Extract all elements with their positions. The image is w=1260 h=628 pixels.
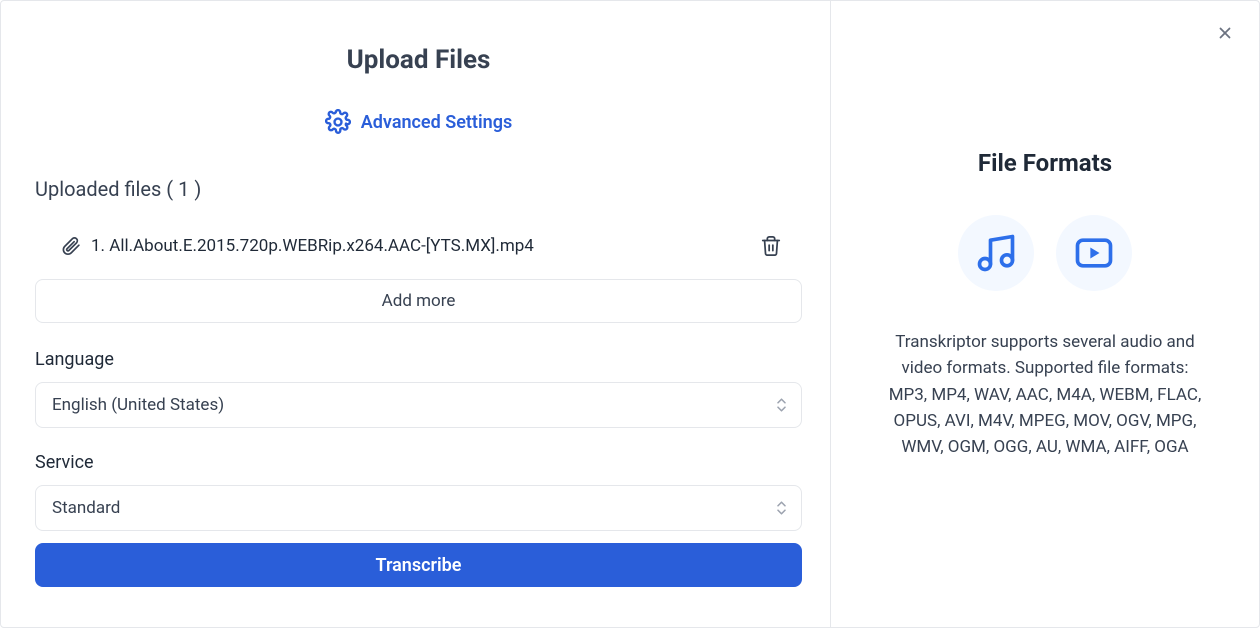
delete-file-button[interactable] bbox=[760, 235, 782, 257]
uploaded-file-row: 1. All.About.E.2015.720p.WEBRip.x264.AAC… bbox=[25, 229, 812, 263]
advanced-settings-button[interactable]: Advanced Settings bbox=[25, 109, 812, 135]
advanced-settings-label: Advanced Settings bbox=[361, 112, 512, 133]
uploaded-file-name: 1. All.About.E.2015.720p.WEBRip.x264.AAC… bbox=[91, 236, 750, 256]
service-value: Standard bbox=[52, 498, 120, 518]
add-more-button[interactable]: Add more bbox=[35, 279, 802, 323]
upload-dialog: Upload Files Advanced Settings Uploaded … bbox=[0, 0, 1260, 628]
file-formats-title: File Formats bbox=[978, 149, 1112, 177]
page-title: Upload Files bbox=[25, 45, 812, 75]
transcribe-button[interactable]: Transcribe bbox=[35, 543, 802, 587]
service-select[interactable]: Standard bbox=[35, 485, 802, 531]
audio-format-icon bbox=[958, 215, 1034, 291]
gear-icon bbox=[325, 109, 351, 135]
transcribe-label: Transcribe bbox=[376, 555, 462, 576]
play-video-icon bbox=[1072, 231, 1116, 275]
attachment-icon bbox=[61, 236, 81, 256]
add-more-label: Add more bbox=[382, 291, 456, 311]
close-icon bbox=[1216, 24, 1234, 42]
chevron-updown-icon bbox=[776, 501, 787, 516]
service-label: Service bbox=[35, 452, 802, 473]
right-panel: File Formats Transkriptor supports sever… bbox=[831, 1, 1259, 627]
language-value: English (United States) bbox=[52, 395, 224, 415]
left-panel: Upload Files Advanced Settings Uploaded … bbox=[1, 1, 831, 627]
video-format-icon bbox=[1056, 215, 1132, 291]
uploaded-files-header: Uploaded files ( 1 ) bbox=[35, 177, 812, 201]
language-select[interactable]: English (United States) bbox=[35, 382, 802, 428]
chevron-updown-icon bbox=[776, 398, 787, 413]
language-label: Language bbox=[35, 349, 802, 370]
music-icon bbox=[974, 231, 1018, 275]
close-button[interactable] bbox=[1213, 21, 1237, 45]
format-icon-row bbox=[958, 215, 1132, 291]
file-formats-description: Transkriptor supports several audio and … bbox=[885, 329, 1205, 461]
